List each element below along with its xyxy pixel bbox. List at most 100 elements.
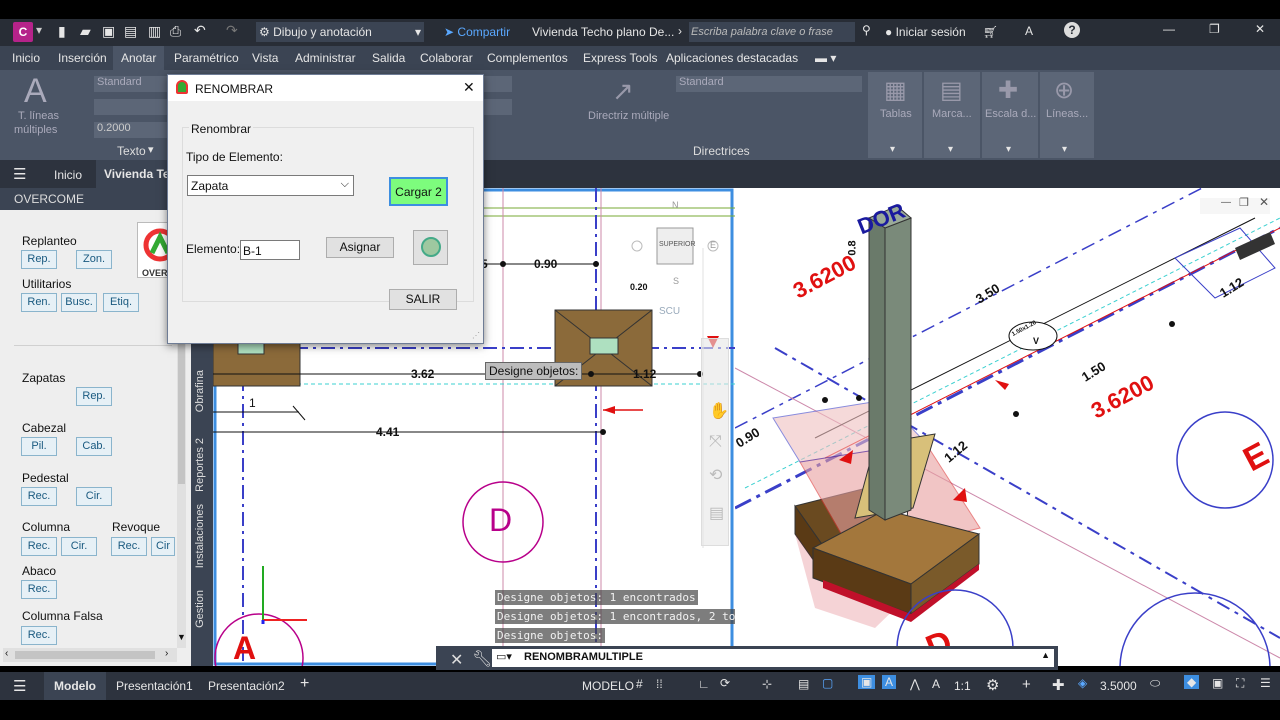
polar-icon[interactable]: ⟳ [720, 676, 730, 690]
command-close-icon[interactable]: ✕ [450, 650, 463, 670]
redo-icon[interactable]: ↷ [226, 22, 238, 39]
salir-button[interactable]: SALIR [389, 289, 457, 310]
units-icon[interactable]: ✚ [1052, 676, 1065, 694]
annotation-visibility-icon[interactable]: A [882, 675, 897, 689]
panel-toggle-icon[interactable]: ▬ ▾ [815, 51, 836, 65]
panel-texto-label[interactable]: Texto [117, 144, 146, 158]
revoque-rec-button[interactable]: Rec. [111, 537, 147, 556]
tab-presentacion2[interactable]: Presentación2 [208, 679, 285, 693]
vtab-reportes[interactable]: Reportes 2 [194, 438, 206, 492]
dialog-titlebar[interactable]: RENOMBRAR ✕ [168, 75, 483, 101]
panel-directrices-label[interactable]: Directrices [693, 144, 750, 158]
model-space-button[interactable]: MODELO [582, 679, 634, 693]
pan-icon[interactable]: ✋ [709, 401, 729, 421]
texto-chevron-icon[interactable]: ▾ [148, 143, 154, 156]
tab-parametrico[interactable]: Paramétrico [174, 51, 239, 65]
vtab-obrafina[interactable]: Obrafina [194, 370, 206, 412]
save-icon[interactable]: ▣ [102, 23, 115, 40]
escala-button[interactable]: ✚ Escala d... ▾ [982, 72, 1038, 158]
pedestal-cir-button[interactable]: Cir. [76, 487, 112, 506]
new-icon[interactable]: ▮ [58, 23, 66, 40]
hardware-acceleration-icon[interactable]: ⬭ [1150, 676, 1160, 691]
marca-button[interactable]: ▤ Marca... ▾ [924, 72, 980, 158]
leader-style-select[interactable]: Standard [676, 76, 862, 92]
navbar-panel[interactable]: ✋ ⤧ ⟲ ▤ [701, 338, 729, 546]
text-height-input[interactable]: 0.2000 [94, 122, 168, 138]
text-style-select[interactable]: Standard [94, 76, 168, 92]
scroll-left-icon[interactable]: ‹ [5, 648, 8, 659]
horizontal-scrollbar[interactable]: ‹ › [3, 648, 177, 662]
text-layer-select[interactable] [94, 99, 168, 115]
clean-screen-icon[interactable]: ▣ [1212, 676, 1223, 690]
workspace-select[interactable]: ⚙ Dibujo y anotación ▾ [256, 22, 424, 42]
tab-insercion[interactable]: Inserción [58, 51, 107, 65]
command-history-chevron-icon[interactable]: ▲ [1041, 650, 1050, 660]
tab-inicio[interactable]: Inicio [12, 51, 40, 65]
table-button[interactable]: ▦ Tablas ▾ [868, 72, 922, 158]
revoque-cir-button[interactable]: Cir [151, 537, 175, 556]
viewport-3d[interactable]: DOR 3.6200 3.6200 3.50 1.50 1.12 1.12 0.… [735, 188, 1280, 666]
vtab-gestion[interactable]: Gestion [194, 590, 206, 628]
multiline-text-big-icon[interactable]: A [24, 72, 47, 111]
abaco-rec-button[interactable]: Rec. [21, 580, 57, 599]
fullscreen-icon[interactable]: ⛶ [1236, 676, 1244, 691]
tab-modelo[interactable]: Modelo [44, 672, 106, 700]
scroll-right-icon[interactable]: › [165, 648, 168, 659]
viewcube-superior[interactable]: SUPERIOR [659, 241, 696, 248]
layout-menu-icon[interactable]: ☰ [13, 677, 26, 695]
annotation-scale-value[interactable]: 1:1 [954, 679, 971, 693]
tab-presentacion1[interactable]: Presentación1 [116, 679, 193, 693]
tab-vista[interactable]: Vista [252, 51, 278, 65]
chevron-right-icon[interactable]: › [678, 24, 682, 38]
share-button[interactable]: ➤ Compartir [444, 25, 510, 39]
open-icon[interactable]: ▰ [80, 23, 91, 40]
annotation-monitor-icon[interactable]: + [1022, 676, 1031, 693]
tab-anotar[interactable]: Anotar [113, 46, 165, 70]
tab-colaborar[interactable]: Colaborar [420, 51, 473, 65]
snap-icon[interactable]: ⁞⁞ [656, 677, 663, 691]
cargar-2-button[interactable]: Cargar 2 [389, 177, 448, 206]
leader-label[interactable]: Directriz múltiple [588, 110, 669, 122]
multiline-text-label-2[interactable]: múltiples [14, 124, 57, 136]
osnap-icon[interactable]: ⊹ [762, 677, 772, 691]
columna-falsa-rec-button[interactable]: Rec. [21, 626, 57, 645]
cart-icon[interactable]: 🛒︎ [983, 25, 998, 39]
app-menu-chevron-icon[interactable]: ▾ [36, 23, 42, 37]
orbit-icon[interactable]: ⟲ [709, 465, 722, 485]
columna-rec-button[interactable]: Rec. [21, 537, 57, 556]
undo-icon[interactable]: ↶ [194, 22, 206, 39]
annotation-autoscale-icon[interactable]: ⋀ [910, 677, 920, 691]
multiline-text-label-1[interactable]: T. líneas [18, 110, 59, 122]
asignar-button[interactable]: Asignar [326, 237, 394, 258]
add-layout-icon[interactable]: + [300, 675, 309, 693]
isolate-icon[interactable]: ◈ [1078, 676, 1087, 690]
tab-start[interactable]: Inicio [54, 168, 82, 182]
ucs-scu-label[interactable]: SCU [659, 306, 680, 317]
showmotion-icon[interactable]: ▤ [709, 503, 724, 523]
tab-aplicaciones[interactable]: Aplicaciones destacadas [666, 51, 798, 65]
app-logo[interactable]: C [13, 22, 33, 42]
isolate-objects-icon[interactable]: ◆ [1184, 675, 1200, 689]
restore-icon[interactable]: ❐ [1209, 22, 1220, 36]
signin-button[interactable]: ● Iniciar sesión [885, 25, 966, 39]
lineweight-icon[interactable]: ▤ [798, 677, 809, 691]
autodesk-icon[interactable]: A [1025, 24, 1033, 38]
workspace-gear-icon[interactable]: ⚙ [986, 676, 999, 694]
vtab-instalaciones[interactable]: Instalaciones [194, 504, 206, 568]
zapatas-rep-button[interactable]: Rep. [76, 387, 112, 406]
hscroll-thumb[interactable] [15, 651, 155, 659]
utilitarios-ren-button[interactable]: Ren. [21, 293, 57, 312]
tab-express-tools[interactable]: Express Tools [583, 51, 657, 65]
replanteo-rep-button[interactable]: Rep. [21, 250, 57, 269]
search-icon[interactable]: ⚲ [862, 23, 871, 37]
dialog-close-icon[interactable]: ✕ [463, 79, 475, 96]
columna-cir-button[interactable]: Cir. [61, 537, 97, 556]
close-icon[interactable]: ✕ [1255, 22, 1265, 36]
utilitarios-etiq-button[interactable]: Etiq. [103, 293, 139, 312]
annotation-scale-icon[interactable]: A [932, 677, 940, 691]
ortho-icon[interactable]: ∟ [698, 677, 710, 691]
3d-osnap-icon[interactable]: ▣ [858, 675, 876, 689]
tipo-elemento-select[interactable]: Zapata ⌵ [187, 175, 354, 196]
pedestal-rec-button[interactable]: Rec. [21, 487, 57, 506]
viewport-close-icon[interactable]: ✕ [1259, 195, 1269, 209]
